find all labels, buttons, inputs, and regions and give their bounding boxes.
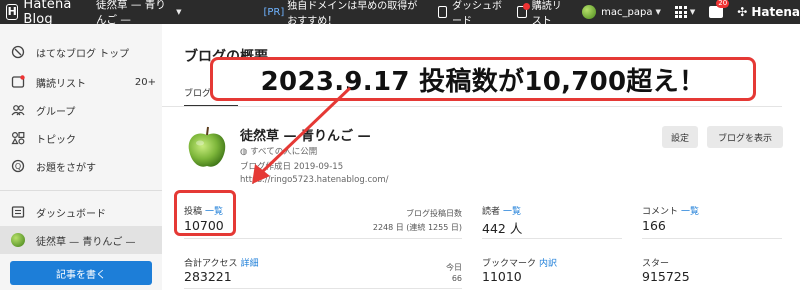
sidebar-item-current-blog[interactable]: 徒然草 — 青りんご — bbox=[0, 226, 162, 254]
stars-label-text: スター bbox=[642, 259, 670, 269]
promo-link[interactable]: [PR] 独自ドメインは早めの取得がおすすめ！ bbox=[263, 0, 418, 27]
reading-list-count: 20+ bbox=[134, 76, 156, 88]
promo-text: 独自ドメインは早めの取得がおすすめ！ bbox=[287, 1, 418, 27]
readers-list-link[interactable]: 一覧 bbox=[503, 207, 521, 217]
chevron-down-icon: ▼ bbox=[655, 8, 661, 16]
write-article-button[interactable]: 記事を書く bbox=[10, 261, 152, 285]
access-value: 283221 bbox=[184, 269, 232, 284]
blog-avatar bbox=[188, 126, 226, 167]
sidebar-item-dashboard[interactable]: ダッシュボード bbox=[0, 198, 162, 226]
screen: H Hatena Blog 徒然草 — 青りんご — ▼ [PR] 独自ドメイン… bbox=[0, 0, 800, 290]
bookmarks-label: ブックマーク 内訳 bbox=[482, 256, 557, 269]
today-value: 66 bbox=[451, 274, 462, 283]
post-days-label: ブログ投稿日数 bbox=[406, 209, 462, 218]
stars-label: スター bbox=[642, 256, 669, 269]
blog-name: 徒然草 — 青りんご — bbox=[240, 129, 371, 144]
bookmarks-breakdown-link[interactable]: 内訳 bbox=[539, 259, 557, 269]
blog-url[interactable]: https://ringo5723.hatenablog.com/ bbox=[240, 175, 388, 185]
dashboard-icon bbox=[10, 204, 26, 220]
sidebar-item-label: グループ bbox=[36, 106, 76, 118]
promo-tag: [PR] bbox=[263, 6, 285, 18]
blog-visibility-text: すべての人に公開 bbox=[250, 147, 318, 157]
sidebar-item-blog-top[interactable]: はてなブログ トップ bbox=[0, 38, 162, 66]
notification-count: 20 bbox=[716, 0, 730, 8]
topic-icon bbox=[10, 130, 26, 146]
logo-text: Hatena Blog bbox=[23, 0, 72, 27]
chevron-down-icon: ▼ bbox=[176, 8, 182, 16]
bookmarks-label-text: ブックマーク bbox=[482, 259, 537, 269]
user-avatar bbox=[582, 5, 597, 19]
dashboard-icon bbox=[437, 6, 448, 18]
sidebar-item-label: ダッシュボード bbox=[36, 208, 106, 220]
grid-icon bbox=[674, 6, 687, 18]
stars-value: 915725 bbox=[642, 269, 690, 284]
today-label: 今日 bbox=[446, 263, 462, 272]
sidebar-item-label: お題をさがす bbox=[36, 162, 96, 174]
comments-label: コメント 一覧 bbox=[642, 204, 699, 217]
readers-divider bbox=[482, 238, 622, 239]
readers-label: 読者 一覧 bbox=[482, 204, 521, 217]
access-label: 合計アクセス 詳細 bbox=[184, 256, 259, 269]
posts-highlight-box bbox=[174, 190, 236, 236]
globe-icon: ◍ bbox=[240, 147, 251, 157]
hatena-label: Hatena bbox=[751, 5, 800, 19]
sidebar-item-topic[interactable]: トピック bbox=[0, 124, 162, 152]
post-days-value: 2248 日 (連続 1255 日) bbox=[372, 223, 462, 232]
access-detail-link[interactable]: 詳細 bbox=[241, 259, 259, 269]
write-article-label: 記事を書く bbox=[56, 269, 106, 281]
hatena-link[interactable]: ✣ Hatena bbox=[737, 0, 800, 24]
notifications-button[interactable]: 20 bbox=[709, 0, 730, 24]
blog-avatar-icon bbox=[10, 232, 26, 248]
bookmarks-value: 11010 bbox=[482, 269, 522, 284]
tab-divider bbox=[162, 106, 782, 107]
readers-value: 442 人 bbox=[482, 221, 523, 236]
reading-list-icon bbox=[517, 3, 530, 18]
hatena-logo-icon: H bbox=[6, 4, 19, 20]
home-icon bbox=[10, 44, 26, 60]
view-blog-button[interactable]: ブログを表示 bbox=[707, 126, 783, 148]
hatena-blog-logo[interactable]: H Hatena Blog bbox=[6, 0, 84, 27]
user-name: mac_papa bbox=[601, 6, 653, 18]
annotation-headline: 2023.9.17 投稿数が10,700超え！ bbox=[210, 57, 756, 101]
main-content: ブログの概要 ブログの概要 こえみエード 2023.9.17 投稿数が10,70… bbox=[162, 24, 800, 290]
hatena-icon: ✣ bbox=[737, 5, 748, 19]
comments-list-link[interactable]: 一覧 bbox=[681, 207, 699, 217]
access-divider bbox=[184, 288, 462, 289]
sidebar-divider bbox=[0, 190, 162, 191]
blog-selector-label: 徒然草 — 青りんご — bbox=[96, 0, 166, 26]
blog-created: ブログ作成日 2019-09-15 bbox=[240, 162, 344, 172]
sidebar-item-group[interactable]: グループ bbox=[0, 96, 162, 124]
comments-label-text: コメント bbox=[642, 207, 679, 217]
search-theme-icon: Q bbox=[10, 158, 26, 174]
dashboard-button[interactable]: ダッシュボード bbox=[437, 0, 504, 27]
sidebar-item-find-theme[interactable]: Q お題をさがす bbox=[0, 152, 162, 180]
sidebar-item-label: 徒然草 — 青りんご — bbox=[36, 236, 136, 248]
settings-button[interactable]: 設定 bbox=[662, 126, 698, 148]
comments-value: 166 bbox=[642, 218, 666, 233]
sidebar-item-reading-list[interactable]: 購読リスト 20+ bbox=[0, 68, 162, 96]
dashboard-label: ダッシュボード bbox=[452, 1, 503, 27]
apps-menu[interactable]: ▼ bbox=[674, 0, 696, 24]
blog-selector[interactable]: 徒然草 — 青りんご — ▼ bbox=[96, 0, 182, 26]
reading-list-button[interactable]: 購読リスト bbox=[517, 0, 568, 27]
chevron-down-icon: ▼ bbox=[689, 8, 696, 16]
group-icon bbox=[10, 102, 26, 118]
reading-list-icon bbox=[10, 74, 26, 90]
reading-list-label: 購読リスト bbox=[531, 1, 562, 27]
sidebar-item-label: はてなブログ トップ bbox=[36, 48, 130, 60]
access-label-text: 合計アクセス bbox=[184, 259, 238, 269]
user-menu[interactable]: mac_papa ▼ bbox=[582, 0, 661, 24]
sidebar: はてなブログ トップ 購読リスト 20+ グループ トピック Q お題をさがす bbox=[0, 24, 162, 290]
notification-icon: 20 bbox=[709, 0, 730, 18]
svg-text:Q: Q bbox=[15, 162, 21, 171]
sidebar-item-label: 購読リスト bbox=[36, 78, 86, 90]
comments-divider bbox=[642, 238, 782, 239]
readers-label-text: 読者 bbox=[482, 207, 501, 217]
blog-visibility: ◍ すべての人に公開 bbox=[240, 145, 317, 157]
top-bar: H Hatena Blog 徒然草 — 青りんご — ▼ [PR] 独自ドメイン… bbox=[0, 0, 800, 27]
unread-dot bbox=[522, 3, 530, 10]
sidebar-item-label: トピック bbox=[36, 134, 76, 146]
posts-divider bbox=[184, 238, 462, 239]
